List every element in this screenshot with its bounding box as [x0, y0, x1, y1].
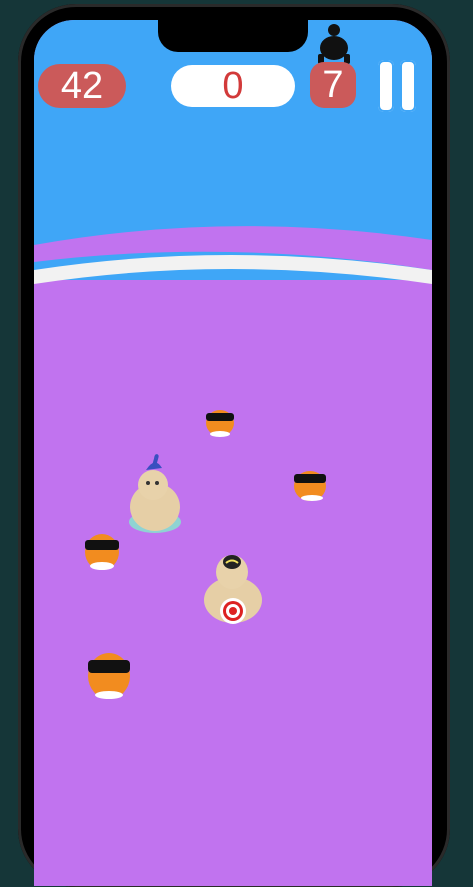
pause-button[interactable] [372, 58, 422, 114]
level-badge: 42 [38, 64, 126, 108]
enemies-remaining-badge: 7 [310, 62, 356, 108]
enemies-remaining-value: 7 [322, 63, 344, 106]
score-display: 0 [171, 65, 295, 107]
pause-icon [400, 60, 416, 112]
phone-notch [158, 20, 308, 52]
pause-icon [378, 60, 394, 112]
level-value: 42 [60, 64, 104, 107]
score-value: 0 [222, 64, 244, 107]
game-screen[interactable] [34, 20, 432, 886]
sumo-wrestler-icon [318, 24, 350, 64]
